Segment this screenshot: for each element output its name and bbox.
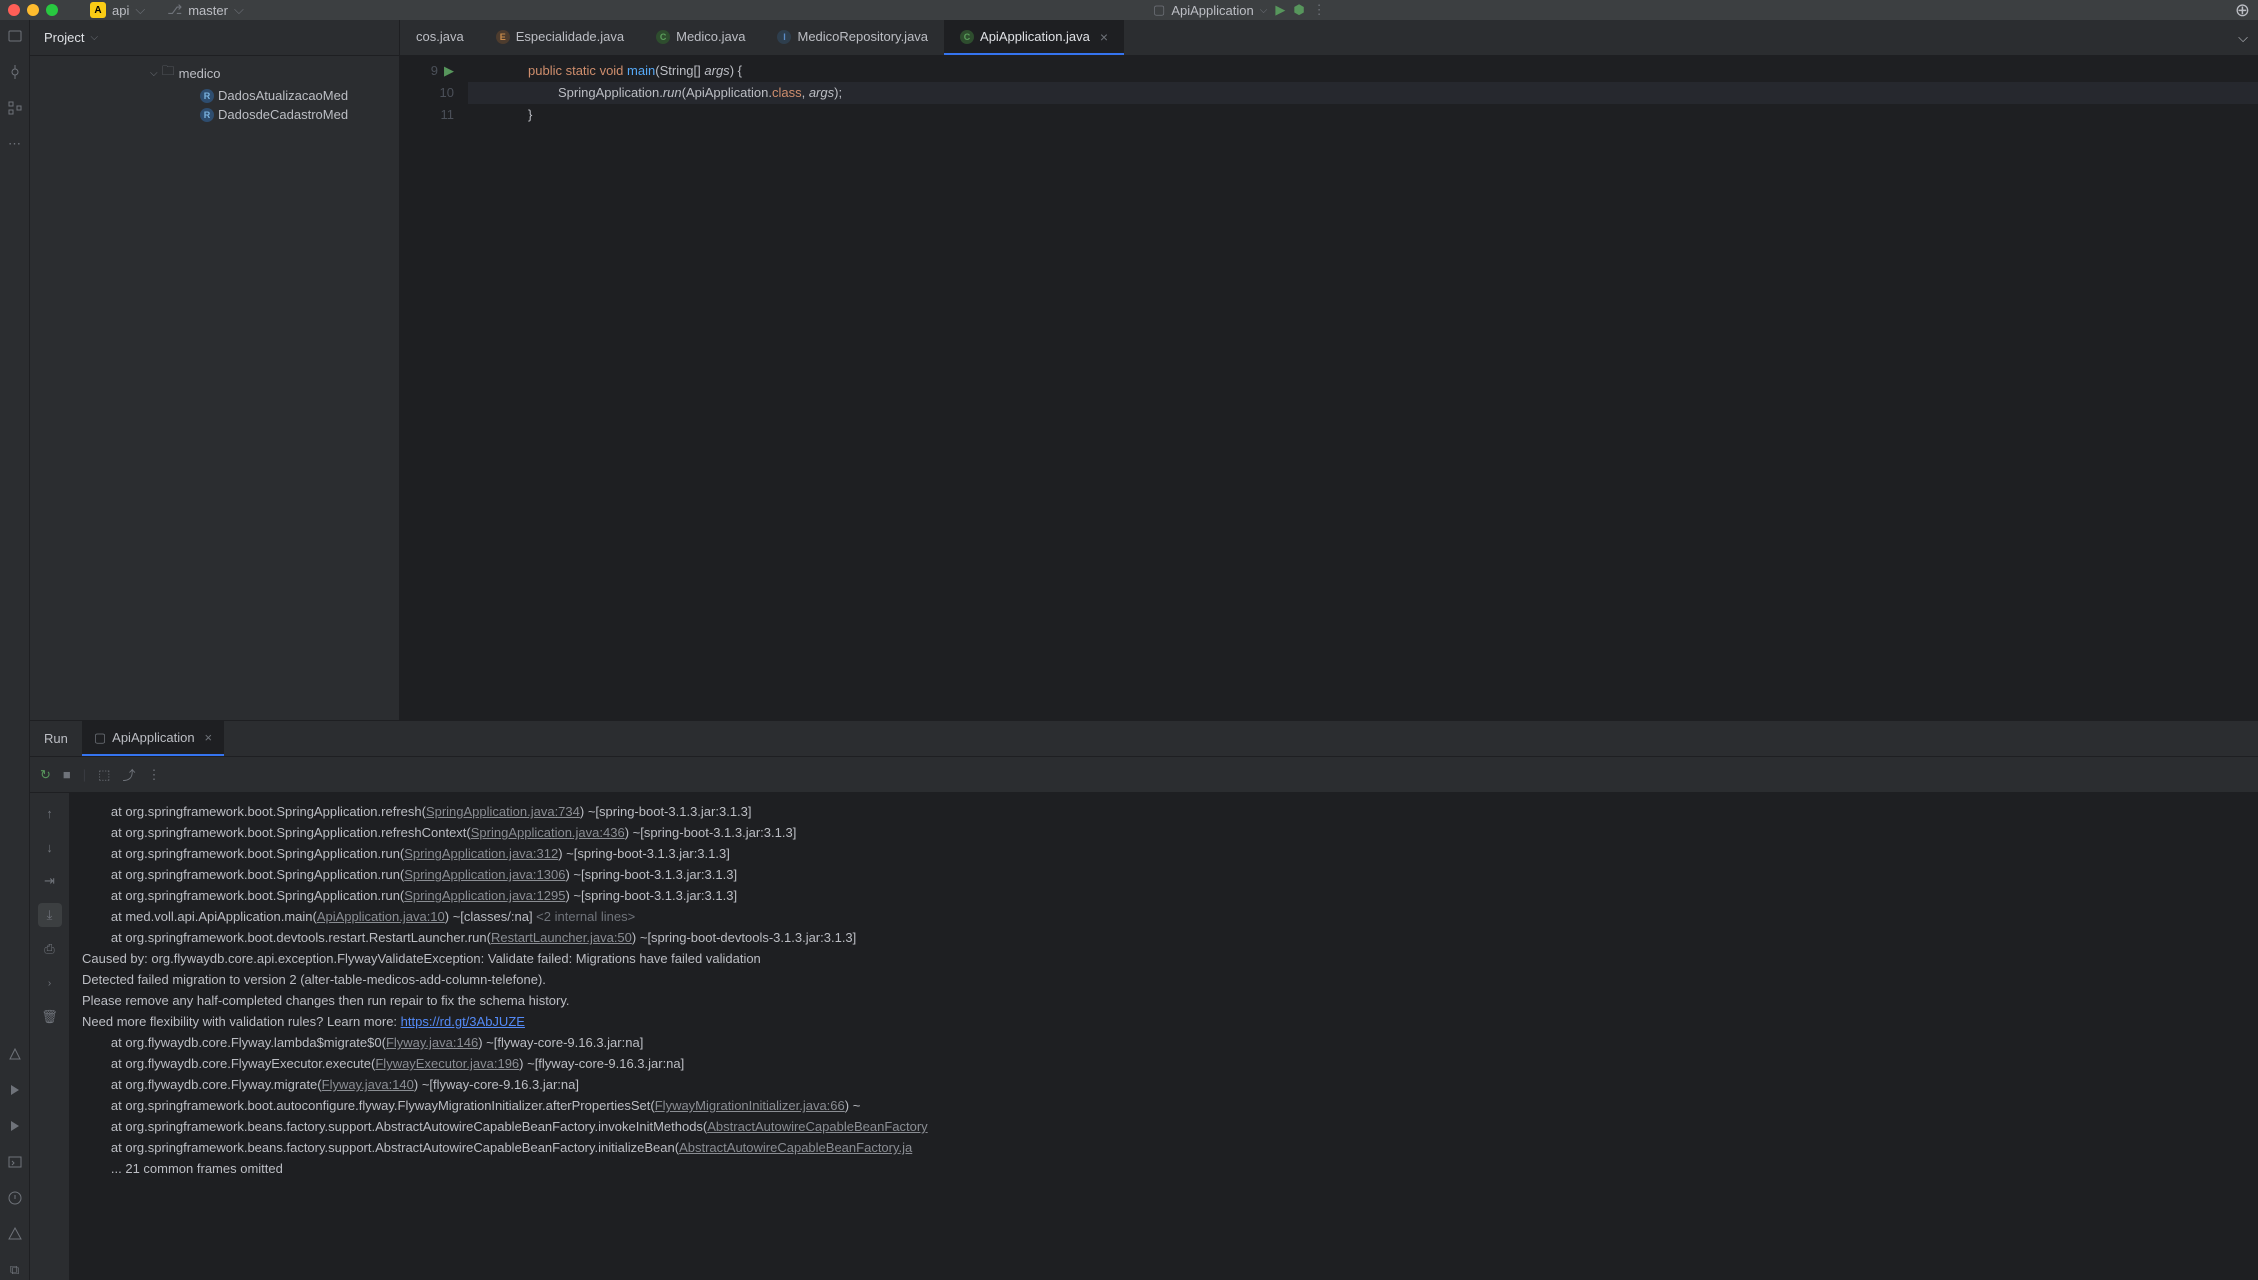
expand-side-icon[interactable]: › [38,971,62,995]
editor-tab[interactable]: E Especialidade.java [480,20,640,55]
project-tree[interactable]: ⌵ 🗀 medico R DadosAtualizacaoMed R Dados… [30,56,400,720]
tab-label: cos.java [416,29,464,44]
run-tool-icon[interactable] [5,1080,25,1100]
soft-wrap-icon[interactable]: ⇥ [38,869,62,893]
structure-tool-icon[interactable] [5,98,25,118]
stacktrace-link[interactable]: Flyway.java:146 [386,1035,478,1050]
terminal-tool-icon[interactable] [5,1152,25,1172]
left-toolwindow-bar: ⋯ ⧉ [0,20,30,1280]
capture-icon[interactable]: ⬚ [98,767,110,783]
rerun-icon[interactable]: ↻ [40,767,51,783]
close-tab-icon[interactable]: × [1100,29,1108,45]
chevron-down-icon: ⌵ [150,68,158,79]
tree-folder-medico[interactable]: ⌵ 🗀 medico [30,60,399,86]
window-controls [8,4,58,16]
build-tool-icon[interactable] [5,1044,25,1064]
down-arrow-icon[interactable]: ↓ [38,835,62,859]
project-view-header[interactable]: Project ⌵ [30,20,400,55]
clear-icon[interactable]: 🗑 [38,1005,62,1029]
file-type-icon: C [960,30,974,44]
run-gutter-icon[interactable]: ▶ [444,60,454,82]
add-button-icon[interactable]: ⊕ [2235,0,2250,21]
stacktrace-link[interactable]: SpringApplication.java:436 [471,825,625,840]
more-tool-icon[interactable]: ⋯ [5,134,25,154]
branch-label[interactable]: master [188,3,228,18]
project-badge: A [90,2,106,18]
stacktrace-link[interactable]: Flyway.java:140 [322,1077,414,1092]
minimize-window-button[interactable] [27,4,39,16]
run-tool-window: Run ▢ ApiApplication × ↻ ■ | ⬚ ⤴ ⋮ ↑ ↓ [30,720,2258,1280]
stacktrace-link[interactable]: SpringApplication.java:1295 [404,888,565,903]
editor-tab[interactable]: cos.java [400,20,480,55]
run-tool-label[interactable]: Run [30,731,82,746]
file-type-icon: E [496,30,510,44]
problems-tool-icon[interactable] [5,1188,25,1208]
editor-tab[interactable]: I MedicoRepository.java [761,20,944,55]
more-tabs-icon[interactable]: ⌵ [2228,20,2258,55]
tab-label: Medico.java [676,29,745,44]
exit-icon[interactable]: ⤴ [122,765,135,784]
tab-label: ApiApplication.java [980,29,1090,44]
warning-tool-icon[interactable] [5,1224,25,1244]
app-icon: ▢ [94,730,106,746]
print-icon[interactable]: ⎙ [38,937,62,961]
folder-icon: 🗀 [162,62,175,84]
more-icon[interactable]: ⋮ [147,767,160,783]
editor-tabs-bar: Project ⌵ cos.java E Especialidade.java C Me… [30,20,2258,56]
stacktrace-link[interactable]: ApiApplication.java:10 [317,909,445,924]
file-type-icon: I [777,30,791,44]
console-output[interactable]: at org.springframework.boot.SpringApplic… [70,793,2258,1280]
run-tab[interactable]: ▢ ApiApplication × [82,721,224,756]
tree-file[interactable]: R DadosdeCadastroMed [30,105,399,124]
hyperlink[interactable]: https://rd.gt/3AbJUZE [401,1014,525,1029]
debug2-tool-icon[interactable] [5,1116,25,1136]
project-tool-icon[interactable] [5,26,25,46]
file-type-icon: C [656,30,670,44]
debug-button-icon[interactable]: ⬢ [1293,2,1304,18]
commit-tool-icon[interactable] [5,62,25,82]
more-run-icon[interactable]: ⋮ [1313,2,1326,18]
run-controls: ↻ ■ | ⬚ ⤴ ⋮ [30,757,2258,793]
tab-label: Especialidade.java [516,29,624,44]
run-button-icon[interactable]: ▶ [1275,2,1285,18]
stacktrace-link[interactable]: SpringApplication.java:734 [426,804,580,819]
editor-tab[interactable]: C ApiApplication.java × [944,20,1124,55]
up-arrow-icon[interactable]: ↑ [38,801,62,825]
stop-icon[interactable]: ■ [63,767,71,782]
scroll-to-end-icon[interactable]: ⤓ [38,903,62,927]
stacktrace-link[interactable]: RestartLauncher.java:50 [491,930,632,945]
record-file-icon: R [200,89,214,103]
editor-gutter: 9▶ 10 11 [400,56,460,720]
editor-tab[interactable]: C Medico.java [640,20,761,55]
git-tool-icon[interactable]: ⧉ [5,1260,25,1280]
vcs-branch-icon: ⎇ [167,2,182,18]
run-side-toolbar: ↑ ↓ ⇥ ⤓ ⎙ › 🗑 [30,793,70,1280]
tab-label: MedicoRepository.java [797,29,928,44]
maximize-window-button[interactable] [46,4,58,16]
close-window-button[interactable] [8,4,20,16]
stacktrace-link[interactable]: FlywayMigrationInitializer.java:66 [655,1098,845,1113]
stacktrace-link[interactable]: SpringApplication.java:1306 [404,867,565,882]
window-titlebar: A api ⌵ ⎇ master ⌵ ▢ ApiApplication ⌵ ▶ … [0,0,2258,20]
stacktrace-link[interactable]: FlywayExecutor.java:196 [375,1056,519,1071]
record-file-icon: R [200,108,214,122]
close-tab-icon[interactable]: × [205,730,213,745]
tree-file[interactable]: R DadosAtualizacaoMed [30,86,399,105]
stacktrace-link[interactable]: SpringApplication.java:312 [404,846,558,861]
stacktrace-link[interactable]: AbstractAutowireCapableBeanFactory [707,1119,927,1134]
run-config-dropdown[interactable]: ▢ ApiApplication ⌵ [1153,2,1267,18]
stacktrace-link[interactable]: AbstractAutowireCapableBeanFactory.ja [679,1140,912,1155]
code-editor[interactable]: 9▶ 10 11 public static void main(String[… [400,56,2258,720]
project-name-label[interactable]: api [112,3,129,18]
